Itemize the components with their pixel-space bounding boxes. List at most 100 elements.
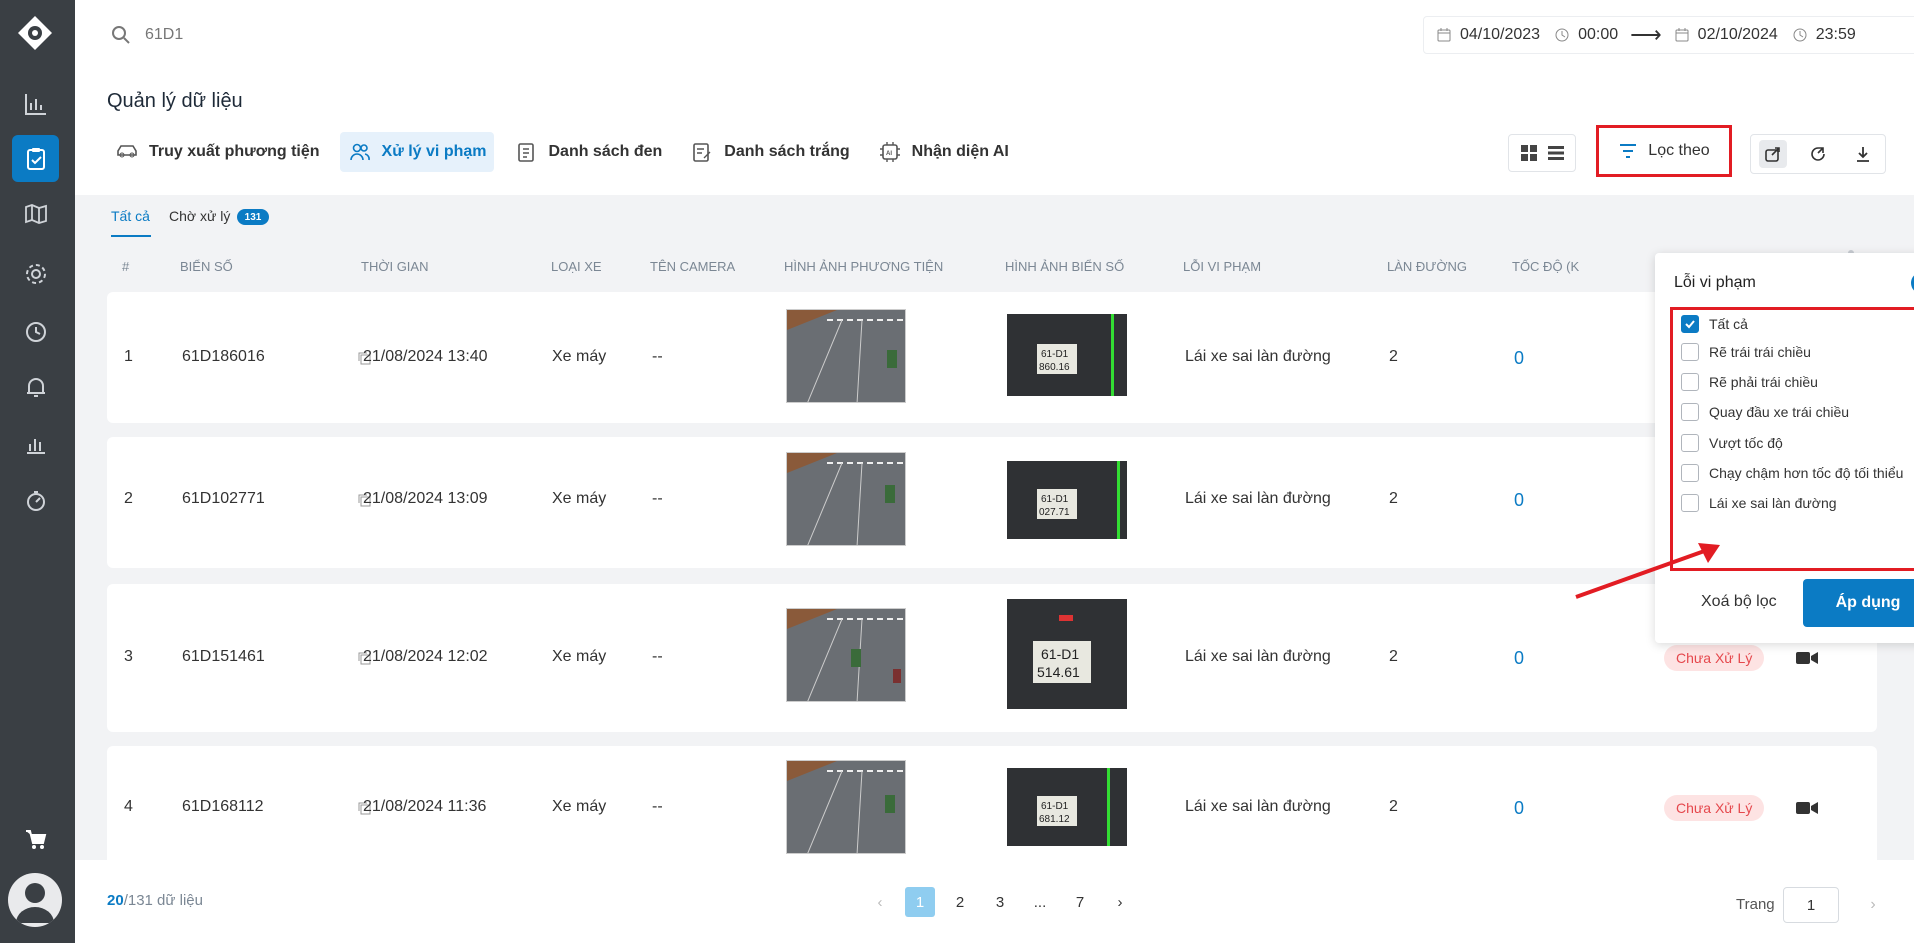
top-bar: 04/10/2023 00:00 ⟶ 02/10/2024 23:59 <box>75 0 1914 70</box>
app-logo-icon[interactable] <box>16 14 54 52</box>
option-label: Chạy chậm hơn tốc độ tối thiểu <box>1709 465 1904 481</box>
nav-alert-icon[interactable] <box>12 363 59 410</box>
row-speed: 0 <box>1514 490 1525 510</box>
nav-violation-icon[interactable] <box>12 135 59 182</box>
page-title: Quản lý dữ liệu <box>107 90 243 112</box>
col-speed: TỐC ĐỘ (K <box>1512 259 1580 274</box>
status-badge: Chưa Xử Lý <box>1664 645 1765 671</box>
row-time: 21/08/2024 13:40 <box>363 348 488 365</box>
row-violation: Lái xe sai làn đường <box>1185 648 1331 665</box>
avatar[interactable] <box>8 873 62 927</box>
col-violation: LỖI VI PHẠM <box>1183 259 1262 274</box>
from-time: 00:00 <box>1578 26 1619 43</box>
nav-settings-icon[interactable] <box>12 250 59 297</box>
row-lane: 2 <box>1389 348 1398 365</box>
subtab-all[interactable]: Tất cả <box>111 208 150 224</box>
tab-label: Danh sách trắng <box>724 143 850 160</box>
option-label: Rẽ trái trái chiều <box>1709 344 1811 360</box>
plate-image[interactable]: 61-D1 027.71 <box>1007 461 1127 539</box>
col-plate-image: HÌNH ẢNH BIỂN SỐ <box>1005 259 1125 274</box>
subtab-pending[interactable]: Chờ xử lý <box>169 208 230 224</box>
vehicle-image[interactable] <box>786 760 906 854</box>
page-number-input[interactable] <box>1783 887 1839 923</box>
row-lane: 2 <box>1389 798 1398 815</box>
page-button[interactable]: 7 <box>1065 887 1095 917</box>
plate-image[interactable]: 61-D1 514.61 <box>1007 599 1127 709</box>
tab-label: Danh sách đen <box>548 143 663 160</box>
nav-speed-icon[interactable] <box>12 477 59 524</box>
goto-next-icon[interactable]: › <box>1855 887 1891 923</box>
row-speed: 0 <box>1514 348 1525 368</box>
prev-page-icon[interactable]: ‹ <box>865 887 895 917</box>
total-count: /131 <box>123 892 153 909</box>
checkbox[interactable] <box>1681 494 1699 512</box>
tab-whitelist[interactable]: Danh sách trắng <box>682 132 857 172</box>
active-tab-indicator <box>111 235 151 237</box>
checkbox-checked[interactable] <box>1681 315 1699 333</box>
option-wrong-lane[interactable]: Lái xe sai làn đường <box>1681 494 1837 512</box>
search-input[interactable] <box>145 20 545 50</box>
status-badge: Chưa Xử Lý <box>1664 795 1765 821</box>
page-button[interactable]: 3 <box>985 887 1015 917</box>
option-too-slow[interactable]: Chạy chậm hơn tốc độ tối thiểu <box>1681 464 1903 482</box>
view-toggle <box>1508 134 1576 172</box>
option-u-turn[interactable]: Quay đầu xe trái chiều <box>1681 403 1849 421</box>
plate-image[interactable]: 61-D1 860.16 <box>1007 314 1127 396</box>
option-left-wrong-way[interactable]: Rẽ trái trái chiều <box>1681 343 1811 361</box>
checkbox[interactable] <box>1681 373 1699 391</box>
page-button[interactable]: 1 <box>905 887 935 917</box>
tab-ai-recognition[interactable]: AI Nhận diện AI <box>870 132 1017 172</box>
list-view-icon[interactable] <box>1547 144 1565 162</box>
tab-violation-processing[interactable]: Xử lý vi phạm <box>339 132 495 172</box>
grid-view-icon[interactable] <box>1520 144 1538 162</box>
row-speed: 0 <box>1514 798 1525 818</box>
table-row[interactable]: 3 61D151461 21/08/2024 12:02 Xe máy -- 6… <box>107 584 1877 732</box>
option-right-wrong-way[interactable]: Rẽ phải trái chiều <box>1681 373 1818 391</box>
tab-blacklist[interactable]: Danh sách đen <box>506 132 670 172</box>
nav-dashboard-icon[interactable] <box>12 80 59 127</box>
cart-icon[interactable] <box>12 815 59 862</box>
tab-label: Xử lý vi phạm <box>381 143 487 160</box>
from-date: 04/10/2023 <box>1460 26 1541 43</box>
date-range-picker[interactable]: 04/10/2023 00:00 ⟶ 02/10/2024 23:59 <box>1423 16 1914 54</box>
tab-label: Nhận diện AI <box>911 143 1009 160</box>
pager: ‹ 1 2 3 ... 7 › <box>865 887 1135 917</box>
violation-options: Tất cả Rẽ trái trái chiều Rẽ phải trái c… <box>1670 307 1914 571</box>
option-label: Vượt tốc độ <box>1709 435 1783 451</box>
row-index: 2 <box>124 490 133 507</box>
share-icon[interactable] <box>1759 140 1788 168</box>
nav-stats-icon[interactable] <box>12 420 59 467</box>
vehicle-image[interactable] <box>786 452 906 546</box>
col-plate: BIỂN SỐ <box>180 259 233 274</box>
checkbox[interactable] <box>1681 464 1699 482</box>
row-plate: 61D186016 <box>182 348 265 365</box>
page-ellipsis: ... <box>1033 893 1047 911</box>
row-index: 4 <box>124 798 133 815</box>
table-row[interactable]: 4 61D168112 21/08/2024 11:36 Xe máy -- 6… <box>107 746 1877 860</box>
row-vehicle-type: Xe máy <box>552 490 607 507</box>
checkbox[interactable] <box>1681 343 1699 361</box>
plate-image[interactable]: 61-D1 681.12 <box>1007 768 1127 846</box>
video-camera-icon[interactable] <box>1796 801 1818 815</box>
filter-button[interactable]: Lọc theo <box>1596 125 1732 177</box>
vehicle-image[interactable] <box>786 309 906 403</box>
row-vehicle-type: Xe máy <box>552 798 607 815</box>
nav-map-icon[interactable] <box>12 190 59 237</box>
table-row[interactable]: 1 61D186016 21/08/2024 13:40 Xe máy -- 6… <box>107 292 1877 423</box>
export-icon[interactable] <box>1804 140 1832 168</box>
download-icon[interactable] <box>1849 140 1877 168</box>
filter-label: Lọc theo <box>1648 142 1710 159</box>
nav-history-icon[interactable] <box>12 307 59 354</box>
apply-button[interactable]: Áp dụng <box>1803 579 1914 627</box>
checkbox[interactable] <box>1681 403 1699 421</box>
vehicle-image[interactable] <box>786 608 906 702</box>
option-all[interactable]: Tất cả <box>1681 315 1748 333</box>
row-lane: 2 <box>1389 490 1398 507</box>
page-button[interactable]: 2 <box>945 887 975 917</box>
tab-vehicle-lookup[interactable]: Truy xuất phương tiện <box>107 132 328 172</box>
checkbox[interactable] <box>1681 434 1699 452</box>
row-vehicle-type: Xe máy <box>552 648 607 665</box>
video-camera-icon[interactable] <box>1796 651 1818 665</box>
option-speeding[interactable]: Vượt tốc độ <box>1681 434 1783 452</box>
next-page-icon[interactable]: › <box>1105 887 1135 917</box>
